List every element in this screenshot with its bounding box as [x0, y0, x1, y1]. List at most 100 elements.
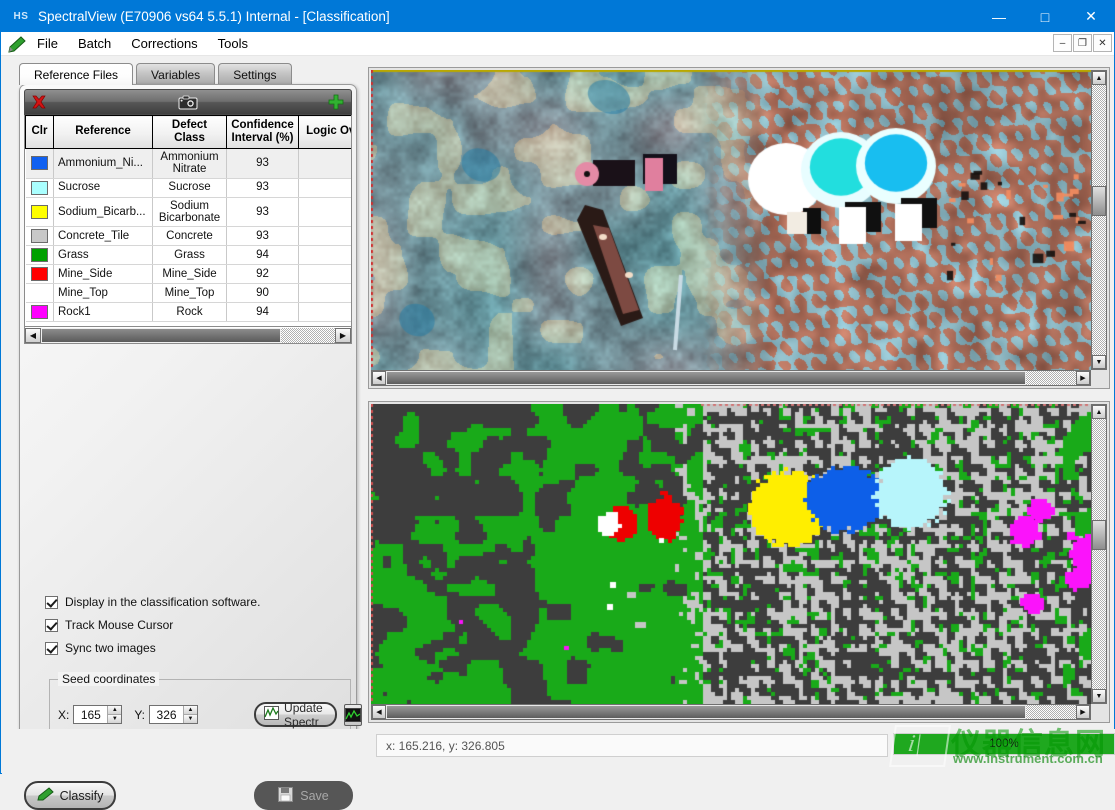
- add-reference-button[interactable]: [324, 91, 348, 113]
- spin-up-icon[interactable]: ▲: [184, 706, 198, 715]
- mdi-minimize-icon[interactable]: –: [1053, 34, 1072, 52]
- row-reference-cell[interactable]: Grass: [53, 245, 153, 266]
- row-logic-override-cell[interactable]: true: [298, 178, 351, 198]
- table-row[interactable]: Mine_SideMine_Side92true: [25, 264, 351, 285]
- menu-item-tools[interactable]: Tools: [208, 34, 258, 53]
- row-confidence-cell[interactable]: 93: [226, 197, 299, 228]
- top-horizontal-scrollbar[interactable]: ◀ ▶: [371, 370, 1091, 386]
- color-swatch[interactable]: [30, 305, 48, 320]
- row-reference-cell[interactable]: Rock1: [53, 302, 153, 323]
- column-header-confidence-interval[interactable]: Confidence Interval (%): [226, 115, 299, 149]
- scrollbar-thumb[interactable]: [41, 327, 281, 343]
- row-color-cell[interactable]: [25, 197, 54, 228]
- spin-down-icon[interactable]: ▼: [184, 715, 198, 723]
- row-reference-cell[interactable]: Mine_Top: [53, 283, 153, 304]
- row-color-cell[interactable]: [25, 178, 54, 198]
- row-confidence-cell[interactable]: 93: [226, 178, 299, 198]
- row-defect-class-cell[interactable]: Grass: [152, 245, 227, 266]
- row-defect-class-cell[interactable]: Sucrose: [152, 178, 227, 198]
- row-color-cell[interactable]: [25, 245, 54, 266]
- scroll-up-icon[interactable]: ▲: [1092, 71, 1106, 85]
- row-confidence-cell[interactable]: 93: [226, 226, 299, 247]
- hyperspectral-rgb-image[interactable]: [371, 70, 1091, 370]
- scroll-left-icon[interactable]: ◀: [25, 327, 41, 343]
- update-spectrum-button[interactable]: Update Spectr: [254, 701, 337, 729]
- seed-y-stepper[interactable]: ▲ ▼: [149, 705, 199, 724]
- row-defect-class-cell[interactable]: Mine_Top: [152, 283, 227, 304]
- scrollbar-track[interactable]: [41, 327, 335, 343]
- column-header-defect-class[interactable]: Defect Class: [152, 115, 227, 149]
- row-reference-cell[interactable]: Sodium_Bicarb...: [53, 197, 153, 228]
- scroll-right-icon[interactable]: ▶: [1076, 371, 1090, 385]
- column-header-reference[interactable]: Reference: [53, 115, 153, 149]
- row-confidence-cell[interactable]: 92: [226, 264, 299, 285]
- seed-x-input[interactable]: [74, 706, 108, 723]
- spectrum-image-button[interactable]: [343, 703, 362, 726]
- scroll-left-icon[interactable]: ◀: [372, 371, 386, 385]
- menu-item-corrections[interactable]: Corrections: [121, 34, 207, 53]
- seed-y-spin-buttons[interactable]: ▲ ▼: [183, 706, 198, 723]
- table-row[interactable]: Sodium_Bicarb...Sodium Bicarbonate93true: [25, 197, 351, 228]
- table-row[interactable]: Concrete_TileConcrete93true: [25, 226, 351, 247]
- capture-spectrum-button[interactable]: [176, 91, 200, 113]
- row-logic-override-cell[interactable]: true: [298, 148, 351, 179]
- row-color-cell[interactable]: [25, 226, 54, 247]
- table-row[interactable]: Rock1Rock94true: [25, 302, 351, 323]
- row-confidence-cell[interactable]: 94: [226, 302, 299, 323]
- scroll-down-icon[interactable]: ▼: [1092, 355, 1106, 369]
- mdi-close-icon[interactable]: ✕: [1093, 34, 1112, 52]
- checkbox-track-mouse-cursor[interactable]: Track Mouse Cursor: [45, 618, 355, 632]
- row-color-cell[interactable]: [25, 264, 54, 285]
- row-reference-cell[interactable]: Ammonium_Ni...: [53, 148, 153, 179]
- seed-x-stepper[interactable]: ▲ ▼: [73, 705, 123, 724]
- color-swatch[interactable]: [30, 229, 48, 244]
- row-defect-class-cell[interactable]: Mine_Side: [152, 264, 227, 285]
- classification-result-image[interactable]: [371, 404, 1091, 704]
- checkbox-icon[interactable]: [45, 595, 58, 609]
- color-swatch[interactable]: [30, 156, 48, 171]
- row-confidence-cell[interactable]: 93: [226, 148, 299, 179]
- scroll-down-icon[interactable]: ▼: [1092, 689, 1106, 703]
- reference-files-grid[interactable]: Clr Reference Defect Class Confidence In…: [24, 115, 352, 327]
- spin-up-icon[interactable]: ▲: [108, 706, 122, 715]
- checkbox-icon[interactable]: [45, 641, 58, 655]
- checkbox-display-in-classification[interactable]: Display in the classification software.: [45, 595, 355, 609]
- row-reference-cell[interactable]: Sucrose: [53, 178, 153, 198]
- row-defect-class-cell[interactable]: Rock: [152, 302, 227, 323]
- row-logic-override-cell[interactable]: true: [298, 245, 351, 266]
- row-defect-class-cell[interactable]: Sodium Bicarbonate: [152, 197, 227, 228]
- checkbox-sync-two-images[interactable]: Sync two images: [45, 641, 355, 655]
- top-vertical-scrollbar[interactable]: ▲ ▼: [1091, 70, 1107, 370]
- row-logic-override-cell[interactable]: true: [298, 283, 351, 304]
- minimize-icon[interactable]: —: [976, 1, 1022, 32]
- maximize-icon[interactable]: □: [1022, 1, 1068, 32]
- bottom-horizontal-scrollbar[interactable]: ◀ ▶: [371, 704, 1091, 720]
- row-confidence-cell[interactable]: 94: [226, 245, 299, 266]
- hyperspectral-image-view[interactable]: [371, 70, 1091, 370]
- spin-down-icon[interactable]: ▼: [108, 715, 122, 723]
- color-swatch[interactable]: [30, 267, 48, 282]
- tab-settings[interactable]: Settings: [218, 63, 292, 85]
- grid-horizontal-scrollbar[interactable]: ◀ ▶: [24, 327, 352, 344]
- row-defect-class-cell[interactable]: Concrete: [152, 226, 227, 247]
- column-header-clr[interactable]: Clr: [25, 115, 54, 149]
- scroll-right-icon[interactable]: ▶: [1076, 705, 1090, 719]
- checkbox-icon[interactable]: [45, 618, 58, 632]
- tab-reference-files[interactable]: Reference Files: [19, 63, 134, 85]
- menu-item-file[interactable]: File: [27, 34, 68, 53]
- table-row[interactable]: SucroseSucrose93true: [25, 178, 351, 198]
- delete-reference-button[interactable]: [27, 91, 51, 113]
- scroll-left-icon[interactable]: ◀: [372, 705, 386, 719]
- menu-item-batch[interactable]: Batch: [68, 34, 121, 53]
- row-color-cell[interactable]: [25, 302, 54, 323]
- classify-button[interactable]: Classify: [24, 781, 116, 810]
- scrollbar-thumb[interactable]: [1092, 520, 1106, 550]
- mdi-restore-icon[interactable]: ❐: [1073, 34, 1092, 52]
- table-row[interactable]: GrassGrass94true: [25, 245, 351, 266]
- table-row[interactable]: Ammonium_Ni...Ammonium Nitrate93true: [25, 148, 351, 179]
- row-logic-override-cell[interactable]: true: [298, 302, 351, 323]
- row-reference-cell[interactable]: Mine_Side: [53, 264, 153, 285]
- row-reference-cell[interactable]: Concrete_Tile: [53, 226, 153, 247]
- row-color-cell[interactable]: [25, 283, 54, 304]
- table-row[interactable]: Mine_TopMine_Top90true: [25, 283, 351, 304]
